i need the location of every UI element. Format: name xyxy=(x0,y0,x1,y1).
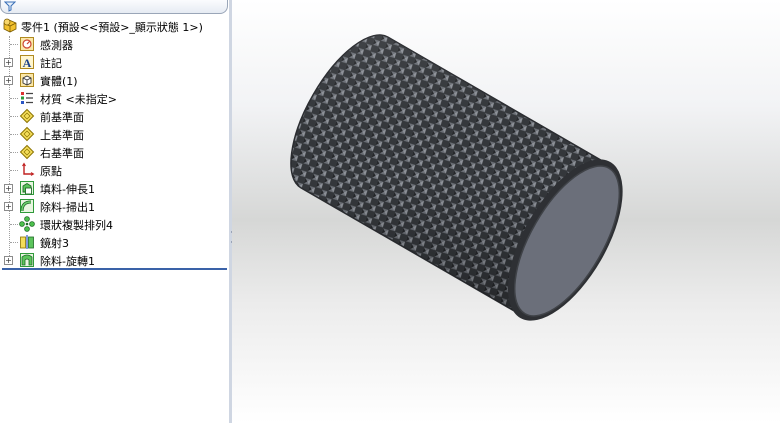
origin-icon xyxy=(19,162,35,178)
plane-icon xyxy=(19,108,35,124)
expand-toggle[interactable]: + xyxy=(4,256,13,265)
expand-toggle[interactable]: + xyxy=(4,58,13,67)
tree-item-label: 除料-旋轉1 xyxy=(40,255,95,268)
extrude-icon xyxy=(19,180,35,196)
tree-item-label: 填料-伸長1 xyxy=(40,183,95,196)
tree-item-solid-bodies[interactable]: + 實體(1) xyxy=(0,71,229,89)
tree-item-label: 鏡射3 xyxy=(40,237,69,250)
expand-toggle[interactable]: + xyxy=(4,76,13,85)
tree-item-circular-pattern[interactable]: 環狀複製排列4 xyxy=(0,215,229,233)
material-icon xyxy=(19,90,35,106)
expand-toggle[interactable]: + xyxy=(4,184,13,193)
circular-pattern-icon xyxy=(19,216,35,232)
root-part-label: 零件1 (預設<<預設>_顯示狀態 1>) xyxy=(21,21,203,34)
knurled-cylinder-model[interactable] xyxy=(232,0,780,423)
annotation-icon: A xyxy=(19,54,35,70)
tree-item-right-plane[interactable]: 右基準面 xyxy=(0,143,229,161)
revolve-cut-icon xyxy=(19,252,35,268)
part-icon xyxy=(2,17,18,33)
tree-item-label: 上基準面 xyxy=(40,129,84,142)
svg-text:A: A xyxy=(23,56,32,70)
filter-bar[interactable] xyxy=(0,0,228,14)
tree-item-origin[interactable]: 原點 xyxy=(0,161,229,179)
tree-item-label: 實體(1) xyxy=(40,75,78,88)
plane-icon xyxy=(19,126,35,142)
tree-item-label: 除料-掃出1 xyxy=(40,201,95,214)
sweep-cut-icon xyxy=(19,198,35,214)
feature-manager-tree: 零件1 (預設<<預設>_顯示狀態 1>) 感測器 + A 註記 + 實體(1)… xyxy=(0,0,230,423)
mirror-icon xyxy=(19,234,35,250)
sensor-icon xyxy=(19,36,35,52)
tree-item-boss-extrude[interactable]: + 填料-伸長1 xyxy=(0,179,229,197)
tree-item-front-plane[interactable]: 前基準面 xyxy=(0,107,229,125)
tree-item-top-plane[interactable]: 上基準面 xyxy=(0,125,229,143)
tree-item-label: 原點 xyxy=(40,165,62,178)
tree-item-sensors[interactable]: 感測器 xyxy=(0,35,229,53)
tree-item-annotations[interactable]: + A 註記 xyxy=(0,53,229,71)
filter-funnel-icon[interactable] xyxy=(3,1,17,15)
tree-item-label: 註記 xyxy=(40,57,62,70)
solid-bodies-icon xyxy=(19,72,35,88)
tree-item-label: 環狀複製排列4 xyxy=(40,219,113,232)
graphics-viewport[interactable] xyxy=(232,0,780,423)
tree-item-mirror[interactable]: 鏡射3 xyxy=(0,233,229,251)
tree-item-label: 前基準面 xyxy=(40,111,84,124)
tree-item-label: 材質 <未指定> xyxy=(40,93,117,106)
tree-root-part[interactable]: 零件1 (預設<<預設>_顯示狀態 1>) xyxy=(0,17,229,35)
plane-icon xyxy=(19,144,35,160)
tree-item-label: 右基準面 xyxy=(40,147,84,160)
tree-item-material[interactable]: 材質 <未指定> xyxy=(0,89,229,107)
tree-item-label: 感測器 xyxy=(40,39,73,52)
expand-toggle[interactable]: + xyxy=(4,202,13,211)
rollback-bar[interactable] xyxy=(2,268,227,270)
tree-item-swept-cut[interactable]: + 除料-掃出1 xyxy=(0,197,229,215)
tree-item-revolved-cut[interactable]: + 除料-旋轉1 xyxy=(0,251,229,269)
